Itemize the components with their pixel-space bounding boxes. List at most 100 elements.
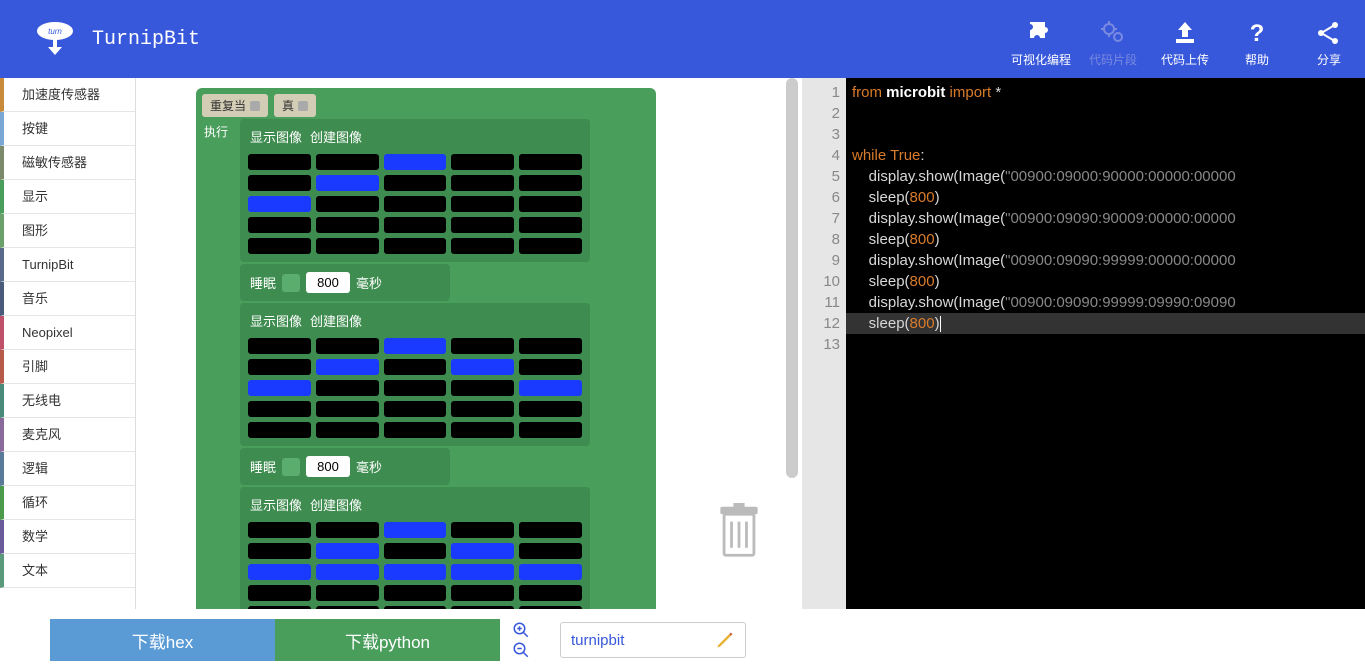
header-btn-puzzle[interactable]: 可视化编程 [1005, 11, 1077, 68]
pixel[interactable] [451, 422, 514, 438]
pixel[interactable] [248, 196, 311, 212]
pixel[interactable] [384, 585, 447, 601]
code-editor[interactable]: 12345678910111213 from microbit import *… [802, 78, 1365, 609]
pixel[interactable] [384, 217, 447, 233]
pixel[interactable] [384, 422, 447, 438]
pixel[interactable] [519, 196, 582, 212]
pixel[interactable] [248, 422, 311, 438]
code-line[interactable]: display.show(Image("00900:09090:99999:09… [852, 292, 1359, 313]
sidebar-item-11[interactable]: 逻辑 [0, 452, 135, 486]
sidebar-item-2[interactable]: 磁敏传感器 [0, 146, 135, 180]
pixel[interactable] [384, 606, 447, 609]
code-line[interactable] [852, 103, 1359, 124]
pixel[interactable] [248, 543, 311, 559]
header-btn-share[interactable]: 分享 [1293, 11, 1365, 68]
pixel-grid[interactable] [246, 520, 584, 609]
pixel[interactable] [316, 196, 379, 212]
code-line[interactable]: display.show(Image("00900:09090:90009:00… [852, 208, 1359, 229]
pixel[interactable] [451, 606, 514, 609]
sleep-input[interactable] [306, 272, 350, 293]
pixel[interactable] [519, 217, 582, 233]
pixel[interactable] [316, 238, 379, 254]
trash-icon[interactable] [716, 503, 762, 559]
header-btn-help[interactable]: ?帮助 [1221, 11, 1293, 68]
pixel[interactable] [519, 606, 582, 609]
pixel[interactable] [384, 238, 447, 254]
show-image-block[interactable]: 显示图像创建图像 [240, 487, 590, 609]
pixel[interactable] [316, 338, 379, 354]
filename-field[interactable] [560, 622, 746, 658]
while-block[interactable]: 重复当 真 执行 显示图像创建图像 睡眠 毫秒 显示图像创建图像 睡眠 毫秒 显… [196, 88, 656, 609]
pixel[interactable] [248, 359, 311, 375]
pixel[interactable] [519, 401, 582, 417]
pixel[interactable] [316, 359, 379, 375]
sidebar-item-6[interactable]: 音乐 [0, 282, 135, 316]
pixel[interactable] [519, 522, 582, 538]
sleep-input[interactable] [306, 456, 350, 477]
code-line[interactable]: from microbit import * [852, 82, 1359, 103]
show-image-block[interactable]: 显示图像创建图像 [240, 119, 590, 262]
pixel[interactable] [451, 154, 514, 170]
sleep-block[interactable]: 睡眠 毫秒 [240, 448, 450, 485]
code-line[interactable] [852, 334, 1359, 355]
sidebar-item-12[interactable]: 循环 [0, 486, 135, 520]
sidebar-item-10[interactable]: 麦克风 [0, 418, 135, 452]
sidebar-item-1[interactable]: 按键 [0, 112, 135, 146]
pixel[interactable] [316, 380, 379, 396]
pixel[interactable] [248, 401, 311, 417]
sidebar-item-14[interactable]: 文本 [0, 554, 135, 588]
canvas-scrollbar[interactable] [786, 78, 800, 609]
sidebar-item-5[interactable]: TurnipBit [0, 248, 135, 282]
code-line[interactable] [852, 124, 1359, 145]
code-body[interactable]: from microbit import * while True: displa… [846, 78, 1365, 609]
sidebar-item-3[interactable]: 显示 [0, 180, 135, 214]
pixel[interactable] [248, 238, 311, 254]
pixel[interactable] [384, 196, 447, 212]
pixel[interactable] [451, 338, 514, 354]
pixel[interactable] [519, 422, 582, 438]
true-pill[interactable]: 真 [274, 94, 316, 117]
zoom-out-icon[interactable] [512, 641, 530, 659]
code-line[interactable]: sleep(800) [852, 271, 1359, 292]
pixel[interactable] [248, 217, 311, 233]
pixel[interactable] [519, 175, 582, 191]
code-line[interactable]: sleep(800) [846, 313, 1365, 334]
pixel[interactable] [451, 564, 514, 580]
pixel[interactable] [316, 543, 379, 559]
code-line[interactable]: display.show(Image("00900:09090:99999:00… [852, 250, 1359, 271]
code-line[interactable]: sleep(800) [852, 229, 1359, 250]
pixel[interactable] [519, 585, 582, 601]
pixel[interactable] [384, 564, 447, 580]
pixel[interactable] [451, 585, 514, 601]
pixel[interactable] [519, 154, 582, 170]
sidebar-item-7[interactable]: Neopixel [0, 316, 135, 350]
download-python-button[interactable]: 下载python [275, 619, 500, 661]
sleep-block[interactable]: 睡眠 毫秒 [240, 264, 450, 301]
filename-input[interactable] [571, 632, 701, 649]
pixel[interactable] [519, 543, 582, 559]
code-line[interactable]: sleep(800) [852, 187, 1359, 208]
pixel[interactable] [248, 564, 311, 580]
pixel[interactable] [248, 154, 311, 170]
sidebar-item-9[interactable]: 无线电 [0, 384, 135, 418]
pixel[interactable] [248, 338, 311, 354]
pixel[interactable] [384, 338, 447, 354]
pixel[interactable] [451, 359, 514, 375]
pixel-grid[interactable] [246, 152, 584, 256]
pixel[interactable] [316, 564, 379, 580]
pixel[interactable] [316, 422, 379, 438]
zoom-in-icon[interactable] [512, 621, 530, 639]
pixel[interactable] [451, 380, 514, 396]
header-btn-upload[interactable]: 代码上传 [1149, 11, 1221, 68]
edit-icon[interactable] [715, 630, 735, 650]
code-line[interactable]: while True: [852, 145, 1359, 166]
pixel[interactable] [316, 154, 379, 170]
pixel[interactable] [519, 380, 582, 396]
pixel[interactable] [248, 175, 311, 191]
pixel[interactable] [248, 380, 311, 396]
pixel[interactable] [451, 238, 514, 254]
pixel[interactable] [384, 380, 447, 396]
show-image-block[interactable]: 显示图像创建图像 [240, 303, 590, 446]
pixel[interactable] [451, 522, 514, 538]
pixel[interactable] [248, 522, 311, 538]
